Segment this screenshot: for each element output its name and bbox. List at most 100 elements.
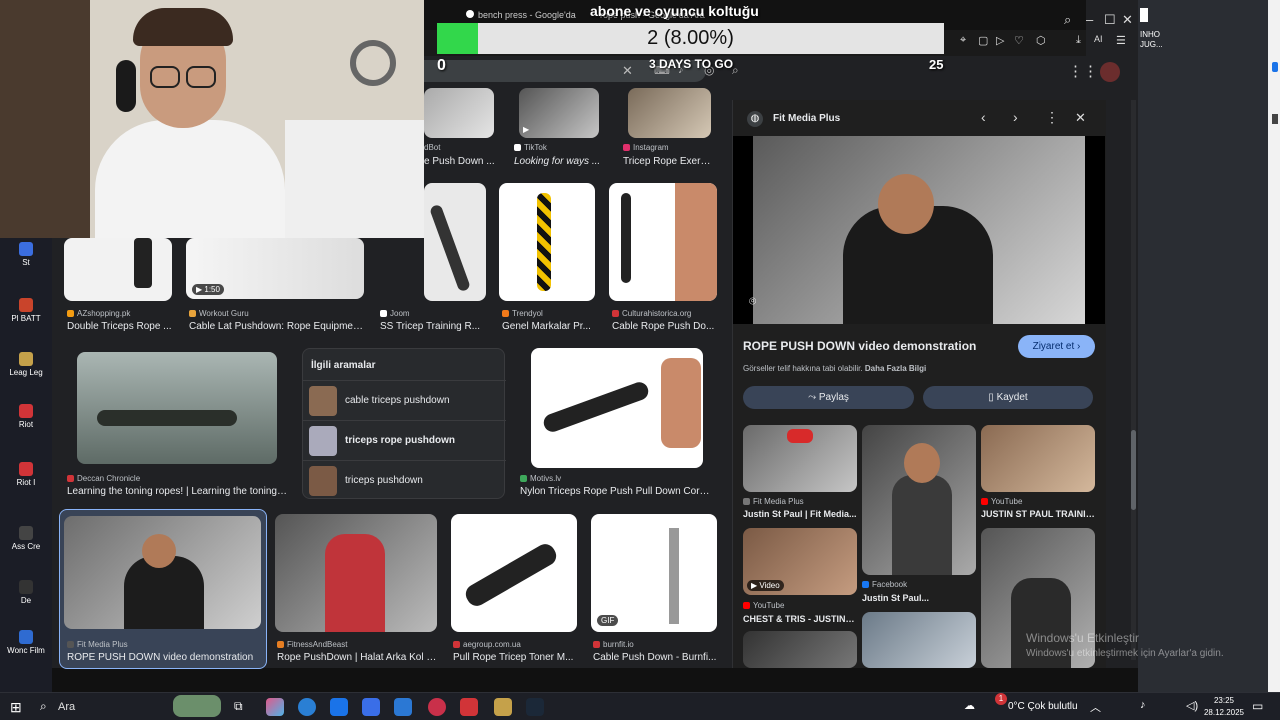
volume-icon[interactable]: ◁) xyxy=(1186,699,1198,712)
tab-bench-press[interactable]: bench press - Google'da xyxy=(466,10,576,20)
apps-grid-icon[interactable]: ⋮⋮ xyxy=(1068,62,1098,80)
store-icon[interactable] xyxy=(362,698,380,716)
share-button[interactable]: ⤳ Paylaş xyxy=(743,386,914,409)
avatar[interactable] xyxy=(1100,62,1120,82)
related-image[interactable]: ▶ Video xyxy=(743,528,857,595)
close-panel-icon[interactable]: ✕ xyxy=(1075,110,1086,126)
prev-icon[interactable]: ‹ xyxy=(981,109,986,125)
result-image[interactable]: GIF xyxy=(591,514,717,632)
related-item[interactable]: triceps rope pushdown xyxy=(303,420,506,460)
result-image[interactable] xyxy=(77,352,277,464)
opera-icon[interactable] xyxy=(428,698,446,716)
screenshot-icon[interactable]: ▢ xyxy=(978,34,988,47)
minimize-icon[interactable]: – xyxy=(1086,12,1093,27)
result-image[interactable] xyxy=(609,183,717,301)
task-view-icon[interactable]: ⧉ xyxy=(234,699,243,714)
result-title[interactable]: Nylon Triceps Rope Push Pull Down Cord f… xyxy=(520,486,712,497)
desktop-icon[interactable]: Wonc Film xyxy=(2,630,50,655)
related-item[interactable]: triceps pushdown xyxy=(303,460,506,500)
related-image[interactable] xyxy=(743,425,857,492)
result-image[interactable]: ▶ xyxy=(519,88,599,138)
result-image[interactable] xyxy=(64,516,261,629)
desktop-icon[interactable]: Riot I xyxy=(2,462,50,487)
favorite-icon[interactable]: ♡ xyxy=(1014,34,1024,47)
related-image[interactable] xyxy=(862,425,976,575)
download-icon[interactable]: ⤓ xyxy=(1076,34,1081,47)
result-title[interactable]: Cable Push Down - Burnfi... xyxy=(593,652,718,663)
desktop-icon[interactable]: Ass Cre xyxy=(2,526,50,551)
edge-icon[interactable] xyxy=(298,698,316,716)
result-image[interactable]: ▶ 1:50 xyxy=(186,238,364,299)
page-scrollbar[interactable] xyxy=(1131,100,1136,660)
start-icon[interactable]: ⊞ xyxy=(10,699,22,716)
app-icon[interactable] xyxy=(394,698,412,716)
visit-button[interactable]: Ziyaret et › xyxy=(1018,335,1095,358)
weather-text[interactable]: 0°C Çok bulutlu xyxy=(1008,701,1078,712)
result-image[interactable] xyxy=(628,88,711,138)
result-image[interactable] xyxy=(424,183,486,301)
clear-search-icon[interactable]: ✕ xyxy=(622,63,633,79)
outlook-icon[interactable] xyxy=(330,698,348,716)
result-image[interactable] xyxy=(531,348,703,468)
search-icon[interactable]: ⌕ xyxy=(40,699,47,714)
play-icon[interactable]: ▷ xyxy=(996,34,1004,47)
scrollbar-thumb[interactable] xyxy=(1131,430,1136,510)
related-image[interactable] xyxy=(743,631,857,668)
result-title[interactable]: Tricep Rope Exerci... xyxy=(623,156,715,167)
search-highlight-image[interactable] xyxy=(173,695,221,717)
related-title[interactable]: Justin St Paul... xyxy=(862,593,976,603)
related-image[interactable] xyxy=(981,425,1095,492)
result-title[interactable]: Learning the toning ropes! | Learning th… xyxy=(67,486,287,497)
lens-icon[interactable]: ⌾ xyxy=(749,294,756,309)
next-icon[interactable]: › xyxy=(1013,109,1018,125)
maximize-icon[interactable]: ☐ xyxy=(1104,12,1116,28)
desktop-icon[interactable]: Leag Leg xyxy=(2,352,50,377)
save-button[interactable]: ▯ Kaydet xyxy=(923,386,1093,409)
related-title[interactable]: CHEST & TRIS - JUSTIN ST... xyxy=(743,614,857,624)
search-tabs-icon[interactable]: ⌕ xyxy=(1064,12,1071,28)
result-title[interactable]: Double Triceps Rope ... xyxy=(67,321,177,332)
menu-icon[interactable]: ☰ xyxy=(1116,34,1126,47)
clock-time[interactable]: 23:25 xyxy=(1206,696,1242,705)
copilot-icon[interactable] xyxy=(266,698,284,716)
more-icon[interactable]: ⋮ xyxy=(1045,109,1059,126)
tray-chevron-icon[interactable]: ︿ xyxy=(1090,699,1101,715)
result-image[interactable] xyxy=(499,183,595,301)
result-image[interactable] xyxy=(275,514,437,632)
clock-date[interactable]: 28.12.2025 xyxy=(1200,708,1248,717)
result-title[interactable]: Looking for ways ... xyxy=(514,156,606,167)
related-title[interactable]: JUSTIN ST PAUL TRAINING... xyxy=(981,509,1095,519)
result-title[interactable]: Rope PushDown | Halat Arka Kol |... xyxy=(277,652,437,663)
extension-icon[interactable]: ⬡ xyxy=(1036,34,1046,47)
panel-title[interactable]: ROPE PUSH DOWN video demonstration xyxy=(743,339,976,353)
result-title[interactable]: Pull Rope Tricep Toner M... xyxy=(453,652,578,663)
notifications-icon[interactable]: ▭ xyxy=(1252,699,1263,713)
pin-icon[interactable]: ⌖ xyxy=(960,34,966,47)
ai-icon[interactable]: AI xyxy=(1094,34,1103,44)
panel-source[interactable]: Fit Media Plus xyxy=(773,113,840,124)
related-image[interactable] xyxy=(981,528,1095,668)
mic-icon[interactable]: ♪ xyxy=(1140,699,1146,711)
result-image[interactable] xyxy=(424,88,494,138)
result-title[interactable]: ROPE PUSH DOWN video demonstration xyxy=(67,652,263,663)
desktop-icon[interactable]: St xyxy=(2,242,50,267)
riot-icon[interactable] xyxy=(460,698,478,716)
preview-image[interactable] xyxy=(753,136,1085,324)
result-title[interactable]: Genel Markalar Pr... xyxy=(502,321,597,332)
desktop-icon[interactable]: Pl BATT xyxy=(2,298,50,323)
taskbar-search[interactable]: Ara xyxy=(58,701,75,713)
league-icon[interactable] xyxy=(494,698,512,716)
result-image[interactable] xyxy=(64,238,172,301)
result-title[interactable]: SS Tricep Training R... xyxy=(380,321,490,332)
more-info-link[interactable]: Daha Fazla Bilgi xyxy=(865,364,926,373)
result-title[interactable]: e Push Down ... xyxy=(424,156,504,167)
result-image[interactable] xyxy=(451,514,577,632)
desktop-icon[interactable]: De xyxy=(2,580,50,605)
related-image[interactable] xyxy=(862,612,976,668)
desktop-icon[interactable]: Riot xyxy=(2,404,50,429)
related-title[interactable]: Justin St Paul | Fit Media... xyxy=(743,509,857,519)
steam-icon[interactable] xyxy=(526,698,544,716)
related-item[interactable]: cable triceps pushdown xyxy=(303,380,506,420)
result-title[interactable]: Cable Rope Push Do... xyxy=(612,321,717,332)
close-icon[interactable]: ✕ xyxy=(1122,12,1133,28)
